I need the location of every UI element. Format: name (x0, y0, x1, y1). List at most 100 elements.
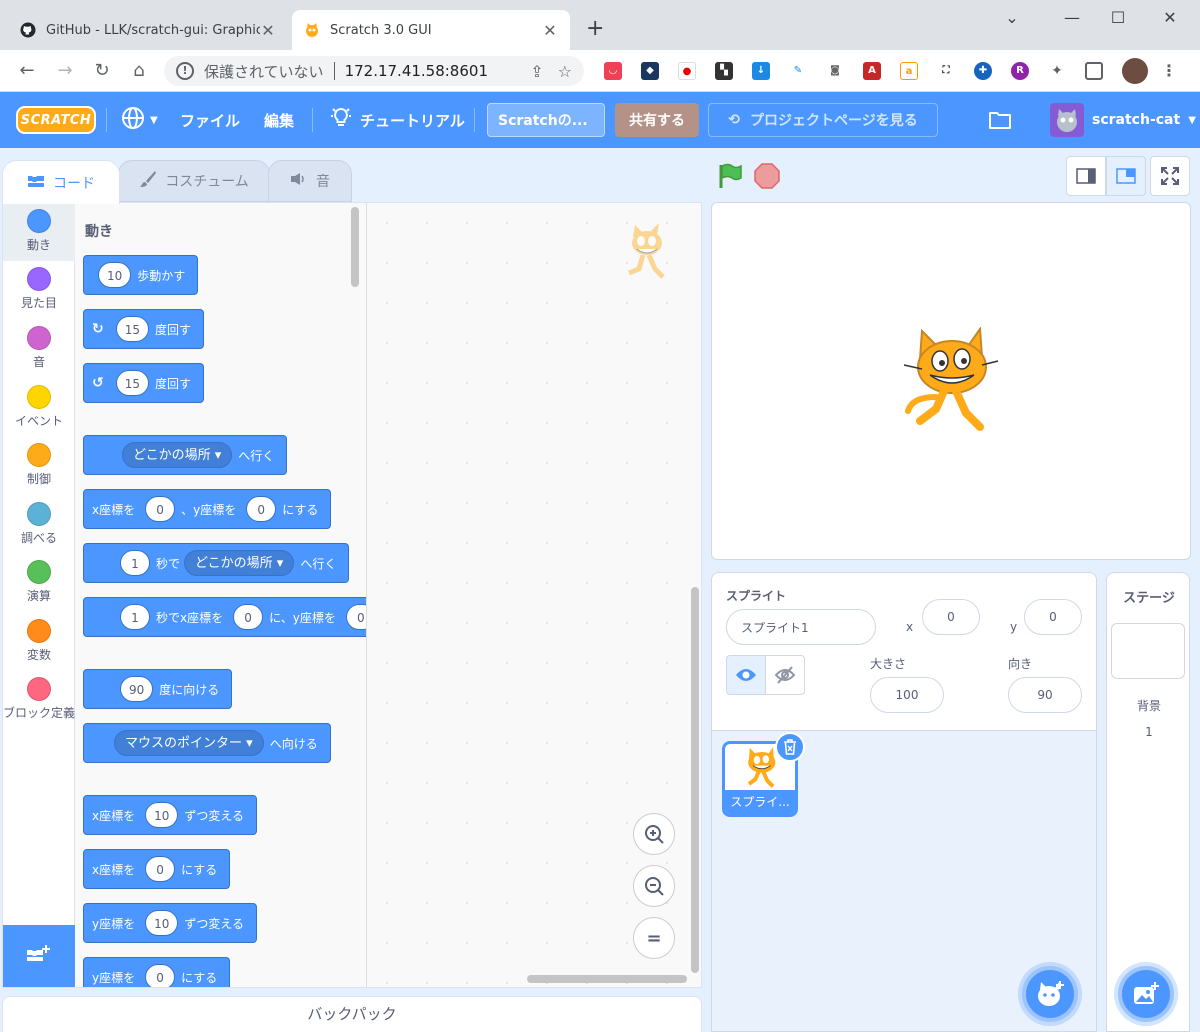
minimize-icon[interactable]: — (1054, 6, 1090, 30)
add-sprite-button[interactable] (1022, 966, 1078, 1022)
block-dropdown[interactable]: マウスのポインター ▾ (114, 730, 264, 756)
add-extension-button[interactable] (3, 925, 75, 987)
pocket-icon[interactable]: ◡ (604, 62, 622, 80)
backpack-header[interactable]: バックパック (2, 996, 702, 1032)
new-tab-icon[interactable]: + (586, 18, 604, 40)
extension-dark-icon[interactable]: ▚ (715, 62, 733, 80)
category-motion[interactable]: 動き (3, 203, 75, 261)
block-input[interactable]: 15 (115, 370, 150, 396)
side-panel-icon[interactable] (1085, 62, 1103, 80)
account-menu[interactable]: scratch-cat ▼ (1050, 102, 1196, 138)
block-input[interactable]: 0 (233, 604, 264, 630)
edit-menu[interactable]: 編集 (264, 92, 294, 148)
extension-purple-icon[interactable]: R (1011, 62, 1029, 80)
block-goto[interactable]: どこかの場所 ▾ へ行く (83, 435, 288, 475)
block-input[interactable]: 0 (145, 964, 176, 987)
browser-tab-scratch[interactable]: Scratch 3.0 GUI ✕ (292, 10, 570, 50)
block-input[interactable]: 0 (345, 604, 366, 630)
home-icon[interactable]: ⌂ (126, 58, 152, 84)
block-dropdown[interactable]: どこかの場所 ▾ (184, 550, 295, 576)
scratch-logo[interactable]: SCRATCH (16, 106, 96, 134)
block-input[interactable]: 1 (120, 550, 150, 576)
sprite-name-input[interactable]: スプライト1 (726, 609, 876, 645)
zoom-reset-button[interactable]: = (633, 917, 675, 959)
block-goto-xy[interactable]: x座標を 0 、y座標を 0 にする (83, 489, 332, 529)
record-icon[interactable]: ● (678, 62, 696, 80)
block-point-direction[interactable]: 90 度に向ける (83, 669, 233, 709)
block-point-towards[interactable]: マウスのポインター ▾ へ向ける (83, 723, 331, 763)
stage-canvas[interactable] (711, 202, 1191, 560)
file-menu[interactable]: ファイル (180, 92, 240, 148)
block-turn-left[interactable]: ↺ 15 度回す (83, 363, 205, 403)
add-backdrop-button[interactable] (1118, 966, 1174, 1022)
share-icon[interactable]: ⇪ (530, 62, 543, 81)
tab-search-icon[interactable]: ⌄ (994, 6, 1030, 30)
block-input[interactable]: 90 (120, 676, 154, 702)
tab-costumes[interactable]: コスチューム (118, 160, 270, 202)
block-turn-right[interactable]: ↻ 15 度回す (83, 309, 205, 349)
download-icon[interactable]: ↓ (752, 62, 770, 80)
block-input[interactable]: 0 (145, 496, 176, 522)
block-input[interactable]: 10 (145, 910, 179, 936)
zoom-in-button[interactable] (633, 813, 675, 855)
delete-sprite-button[interactable] (775, 732, 805, 762)
chrome-menu-icon[interactable]: ⋮ (1160, 62, 1178, 80)
workspace-vertical-scrollbar[interactable] (691, 587, 699, 973)
green-flag-button[interactable] (716, 162, 744, 190)
block-input[interactable]: 15 (115, 316, 150, 342)
category-sensing[interactable]: 調べる (3, 496, 75, 554)
x-position-input[interactable]: 0 (922, 599, 980, 635)
block-set-y[interactable]: y座標を 0 にする (83, 957, 231, 987)
show-sprite-button[interactable] (726, 655, 766, 695)
block-dropdown[interactable]: どこかの場所 ▾ (122, 442, 233, 468)
amazon-icon[interactable]: a (900, 62, 918, 80)
stop-button[interactable] (754, 163, 780, 189)
block-input[interactable]: 10 (98, 262, 132, 288)
back-icon[interactable]: ← (14, 58, 40, 84)
block-glide-xy[interactable]: 1 秒でx座標を 0 に、y座標を 0 (83, 597, 366, 637)
profile-avatar[interactable] (1122, 58, 1148, 84)
extension-hex-icon[interactable]: ◆ (641, 62, 659, 80)
category-operators[interactable]: 演算 (3, 554, 75, 612)
category-my-blocks[interactable]: ブロック定義 (3, 671, 75, 743)
block-input[interactable]: 10 (145, 802, 179, 828)
screenshot-icon[interactable]: ⛶ (937, 62, 955, 80)
warning-icon[interactable]: ! (176, 62, 194, 80)
project-title-input[interactable]: Scratchの... (487, 103, 605, 137)
category-control[interactable]: 制御 (3, 437, 75, 495)
url-text[interactable]: 172.17.41.58:8601 (345, 62, 517, 80)
block-move-steps[interactable]: 10 歩動かす (83, 255, 199, 295)
normal-stage-button[interactable] (1106, 156, 1146, 196)
category-sound[interactable]: 音 (3, 320, 75, 378)
block-input[interactable]: 0 (145, 856, 176, 882)
zoom-out-button[interactable] (633, 865, 675, 907)
block-set-x[interactable]: x座標を 0 にする (83, 849, 231, 889)
cat-sprite-icon[interactable] (900, 326, 1000, 439)
translate-icon[interactable]: A (863, 62, 881, 80)
category-events[interactable]: イベント (3, 379, 75, 437)
browser-tab-github[interactable]: GitHub - LLK/scratch-gui: Graphic ✕ (8, 10, 288, 50)
tab-code[interactable]: コード (2, 160, 120, 204)
hide-sprite-button[interactable] (765, 655, 805, 695)
category-looks[interactable]: 見た目 (3, 261, 75, 319)
window-close-icon[interactable]: ✕ (1152, 6, 1188, 30)
block-input[interactable]: 0 (246, 496, 277, 522)
clip-icon[interactable]: ✎ (789, 62, 807, 80)
language-menu[interactable]: ▼ (120, 92, 158, 148)
stage-thumbnail[interactable] (1111, 623, 1185, 679)
block-change-x[interactable]: x座標を 10 ずつ変える (83, 795, 258, 835)
tutorials-button[interactable]: チュートリアル (330, 92, 465, 148)
bookmark-star-icon[interactable]: ☆ (558, 62, 572, 81)
small-stage-button[interactable] (1066, 156, 1106, 196)
reload-icon[interactable]: ↻ (89, 58, 115, 84)
block-glide-to[interactable]: 1 秒で どこかの場所 ▾ へ行く (83, 543, 350, 583)
fullscreen-button[interactable] (1150, 156, 1190, 196)
close-tab-icon[interactable]: ✕ (260, 21, 276, 40)
stage-selector[interactable]: ステージ 背景 1 (1106, 572, 1190, 1032)
palette-scrollbar[interactable] (351, 207, 359, 287)
close-tab-icon[interactable]: ✕ (542, 21, 558, 40)
tab-sounds[interactable]: 音 (268, 160, 352, 202)
extensions-puzzle-icon[interactable]: ✦ (1048, 62, 1066, 80)
category-variables[interactable]: 変数 (3, 613, 75, 671)
see-project-page-button[interactable]: ⟲ プロジェクトページを見る (708, 103, 938, 137)
